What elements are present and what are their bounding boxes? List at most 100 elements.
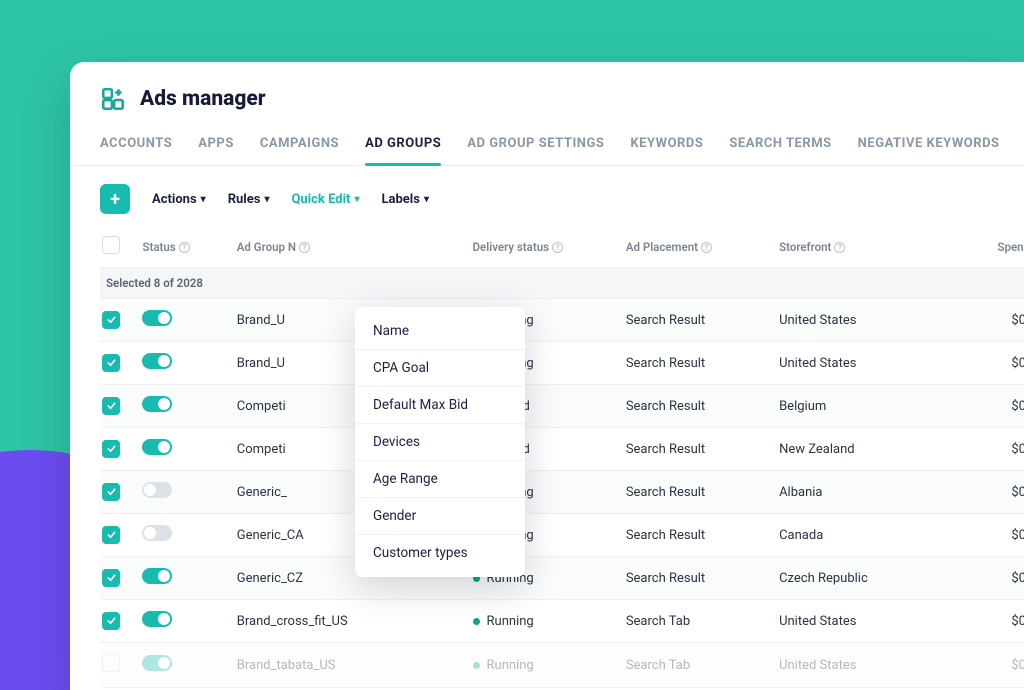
storefront: Albania — [779, 471, 932, 514]
status-toggle[interactable] — [142, 655, 172, 671]
row-checkbox[interactable] — [102, 654, 120, 672]
storefront: United States — [779, 600, 932, 643]
ad-placement: Search Result — [626, 428, 779, 471]
row-checkbox[interactable] — [102, 569, 120, 587]
ad-placement: Search Result — [626, 299, 779, 342]
storefront: United States — [779, 299, 932, 342]
status-toggle[interactable] — [142, 310, 172, 326]
storefront: United States — [779, 643, 932, 688]
chevron-down-icon: ▾ — [264, 194, 269, 205]
header: Ads manager — [70, 62, 1024, 126]
status-dot-running-icon — [473, 662, 480, 669]
chevron-down-icon: ▾ — [201, 194, 206, 205]
spend: $0.34 — [932, 299, 1024, 342]
plus-icon: + — [110, 189, 120, 210]
col-name[interactable]: Ad Group N? — [237, 226, 473, 268]
quick-edit-option[interactable]: Name — [355, 313, 525, 350]
tab-bar: ACCOUNTS APPS CAMPAIGNS AD GROUPS AD GROUP S… — [70, 126, 1024, 166]
actions-menu[interactable]: Actions ▾ — [152, 192, 206, 207]
tab-accounts[interactable]: ACCOUNTS — [100, 126, 172, 165]
row-checkbox[interactable] — [102, 354, 120, 372]
status-toggle[interactable] — [142, 525, 172, 541]
ad-placement: Search Result — [626, 385, 779, 428]
info-icon: ? — [701, 242, 712, 253]
chevron-down-icon: ▾ — [354, 194, 359, 205]
spend: $0.17 — [932, 514, 1024, 557]
tab-campaigns[interactable]: CAMPAIGNS — [260, 126, 339, 165]
toolbar: + Actions ▾ Rules ▾ Quick Edit ▾ Labels … — [70, 166, 1024, 226]
col-delivery[interactable]: Delivery status? — [473, 226, 626, 268]
table-row: Brand_URunningSearch ResultUnited States… — [100, 342, 1024, 385]
spend: $0.22 — [932, 471, 1024, 514]
table-row: Brand_URunningSearch ResultUnited States… — [100, 299, 1024, 342]
row-checkbox[interactable] — [102, 397, 120, 415]
row-checkbox[interactable] — [102, 526, 120, 544]
tab-search-terms[interactable]: SEARCH TERMS — [729, 126, 831, 165]
tab-ad-group-settings[interactable]: AD GROUP SETTINGS — [467, 126, 604, 165]
row-checkbox[interactable] — [102, 612, 120, 630]
table-wrap: Status? Ad Group N? Delivery status? Ad … — [70, 226, 1024, 690]
table-header-row: Status? Ad Group N? Delivery status? Ad … — [100, 226, 1024, 268]
ad-placement: Search Result — [626, 342, 779, 385]
ad-placement: Search Result — [626, 471, 779, 514]
quick-edit-menu[interactable]: Quick Edit ▾ — [291, 192, 359, 207]
quick-edit-option[interactable]: Age Range — [355, 461, 525, 498]
ad-placement: Search Tab — [626, 600, 779, 643]
col-storefront[interactable]: Storefront? — [779, 226, 932, 268]
status-toggle[interactable] — [142, 482, 172, 498]
spend: $0.05 — [932, 385, 1024, 428]
rules-menu[interactable]: Rules ▾ — [228, 192, 270, 207]
ad-groups-table: Status? Ad Group N? Delivery status? Ad … — [100, 226, 1024, 690]
status-toggle[interactable] — [142, 353, 172, 369]
spend: $0.08 — [932, 643, 1024, 688]
quick-edit-option[interactable]: Gender — [355, 498, 525, 535]
ad-group-name[interactable]: Brand_tabata_US — [237, 643, 473, 688]
col-status[interactable]: Status? — [142, 226, 236, 268]
info-icon: ? — [299, 242, 310, 253]
table-row: Brand_tabata_USRunningSearch TabUnited S… — [100, 643, 1024, 688]
tab-apps[interactable]: APPS — [198, 126, 234, 165]
info-icon: ? — [834, 242, 845, 253]
select-all-checkbox[interactable] — [102, 236, 120, 254]
table-row: Generic_RunningSearch ResultAlbania$0.22… — [100, 471, 1024, 514]
table-row: Brand_cross_fit_USRunningSearch TabUnite… — [100, 600, 1024, 643]
tab-keywords[interactable]: KEYWORDS — [630, 126, 703, 165]
status-toggle[interactable] — [142, 611, 172, 627]
table-row: CompetiPausedSearch ResultNew Zealand$0.… — [100, 428, 1024, 471]
app-window: Ads manager ACCOUNTS APPS CAMPAIGNS AD GROU… — [70, 62, 1024, 690]
delivery-status: Running — [473, 600, 626, 643]
table-row: Generic_CARunningSearch ResultCanada$0.1… — [100, 514, 1024, 557]
tab-negative-keywords[interactable]: NEGATIVE KEYWORDS — [858, 126, 1000, 165]
status-toggle[interactable] — [142, 439, 172, 455]
tab-ad-groups[interactable]: AD GROUPS — [365, 126, 441, 165]
row-checkbox[interactable] — [102, 440, 120, 458]
table-row: CompetiPausedSearch ResultBelgium$0.059% — [100, 385, 1024, 428]
row-checkbox[interactable] — [102, 483, 120, 501]
info-icon: ? — [179, 242, 190, 253]
logo-icon — [100, 86, 126, 112]
selection-info-row: Selected 8 of 2028 — [100, 268, 1024, 299]
row-checkbox[interactable] — [102, 311, 120, 329]
quick-edit-option[interactable]: Default Max Bid — [355, 387, 525, 424]
storefront: United States — [779, 342, 932, 385]
col-spend[interactable]: Spend? — [932, 226, 1024, 268]
quick-edit-dropdown: NameCPA GoalDefault Max BidDevicesAge Ra… — [355, 307, 525, 577]
ad-placement: Search Result — [626, 514, 779, 557]
storefront: Belgium — [779, 385, 932, 428]
col-placement[interactable]: Ad Placement? — [626, 226, 779, 268]
table-row: Generic_CZRunningSearch ResultCzech Repu… — [100, 557, 1024, 600]
storefront: Canada — [779, 514, 932, 557]
quick-edit-option[interactable]: Customer types — [355, 535, 525, 571]
spend: $0.16 — [932, 557, 1024, 600]
spend: $0.34 — [932, 428, 1024, 471]
quick-edit-option[interactable]: Devices — [355, 424, 525, 461]
add-button[interactable]: + — [100, 184, 130, 214]
storefront: New Zealand — [779, 428, 932, 471]
ad-group-name[interactable]: Brand_cross_fit_US — [237, 600, 473, 643]
chevron-down-icon: ▾ — [424, 194, 429, 205]
labels-menu[interactable]: Labels ▾ — [381, 192, 428, 207]
status-toggle[interactable] — [142, 568, 172, 584]
status-toggle[interactable] — [142, 396, 172, 412]
status-dot-running-icon — [473, 618, 480, 625]
quick-edit-option[interactable]: CPA Goal — [355, 350, 525, 387]
